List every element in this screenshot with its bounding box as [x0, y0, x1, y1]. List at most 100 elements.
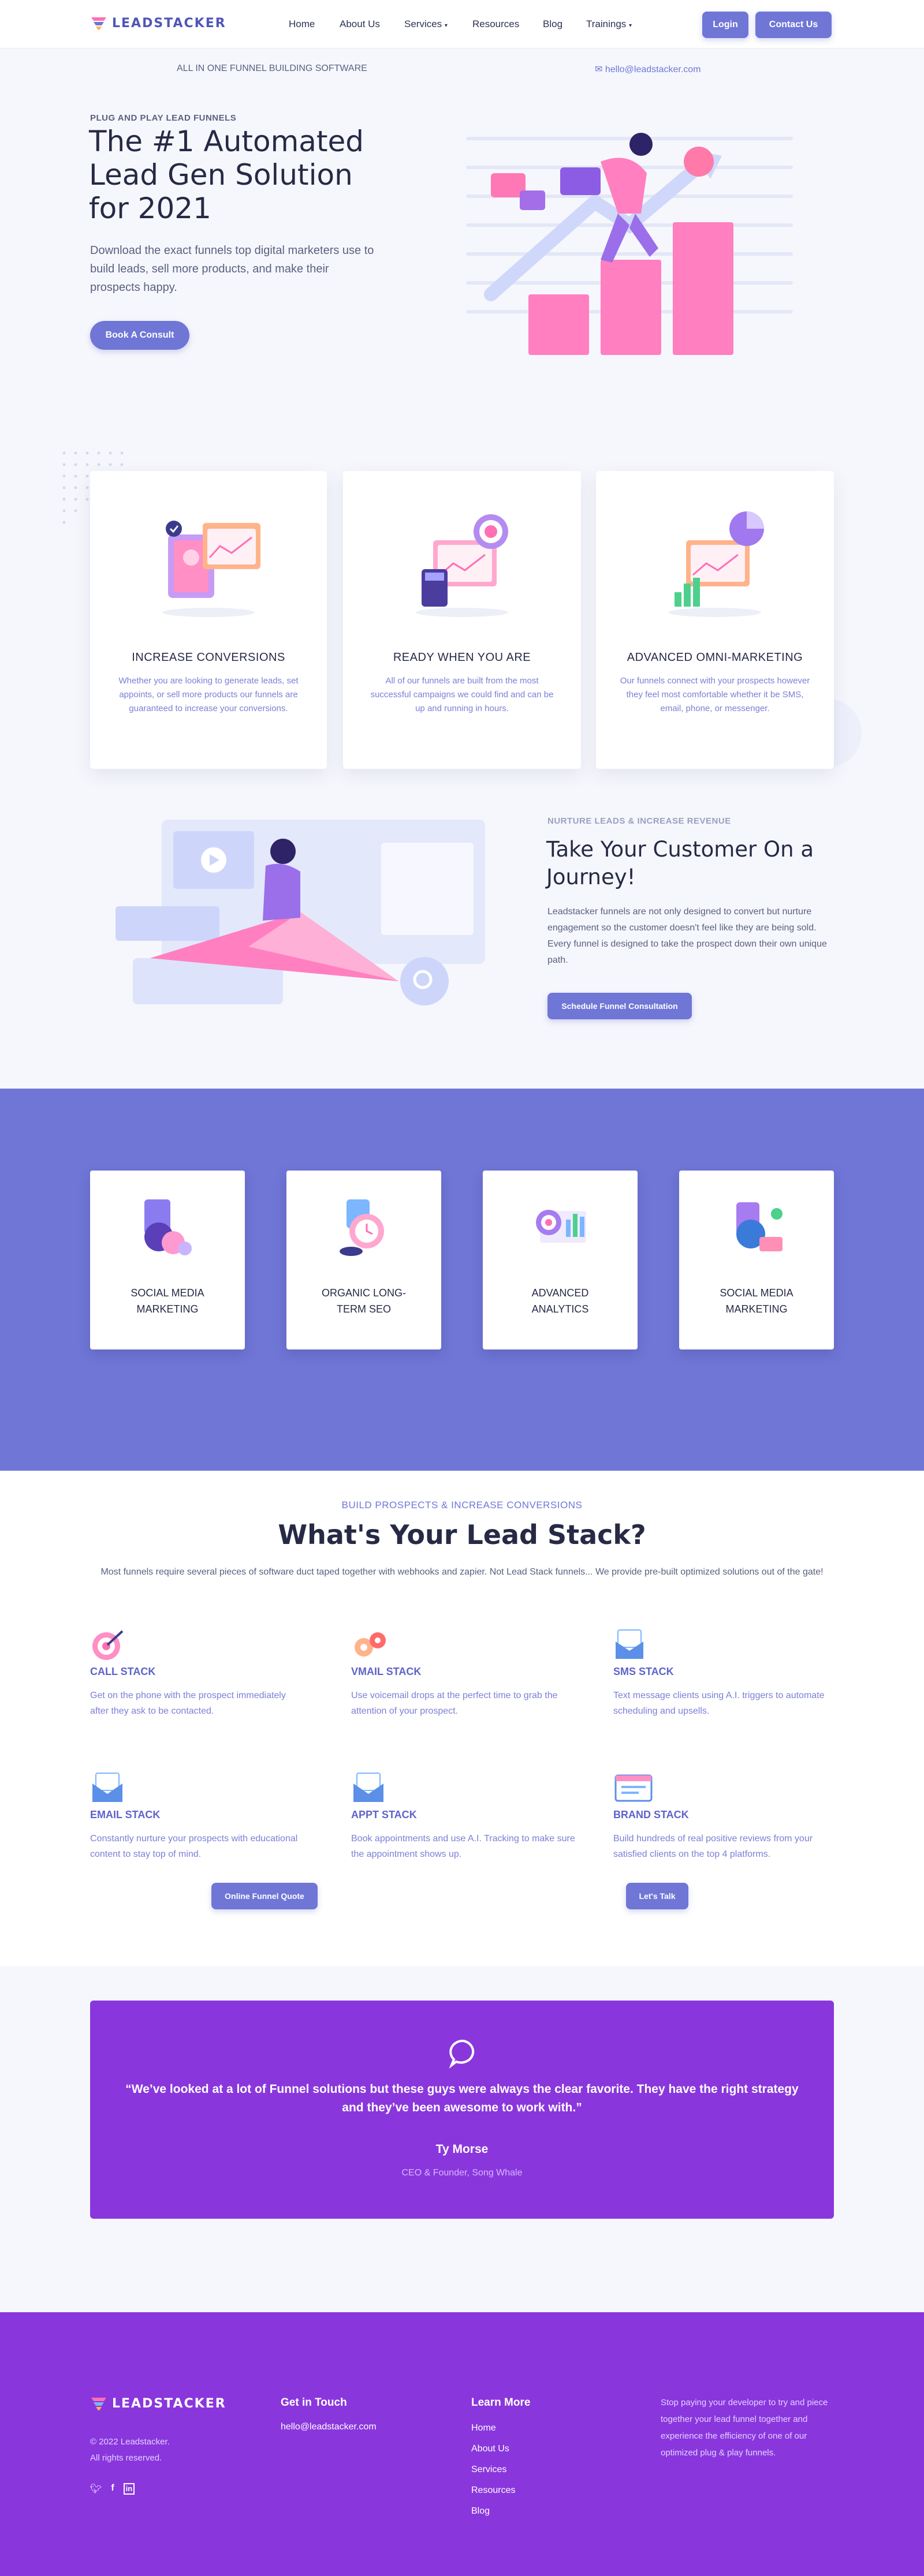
service-title-line-1: SOCIAL MEDIA	[131, 1287, 204, 1299]
hero-title-line-3: for 2021	[89, 192, 211, 225]
book-consult-button[interactable]: Book A Consult	[90, 321, 189, 350]
nav-trainings[interactable]: Trainings ▾	[586, 18, 632, 30]
testimonial-role: CEO & Founder, Song Whale	[401, 2168, 523, 2178]
nav-home[interactable]: Home	[289, 18, 315, 30]
twitter-icon[interactable]: 🐦︎	[90, 2483, 102, 2495]
gears-icon	[355, 1632, 386, 1657]
testimonial-quote: “We’ve looked at a lot of Funnel solutio…	[125, 2083, 799, 2114]
feature-text: Whether you are looking to generate lead…	[118, 676, 299, 713]
linkedin-icon[interactable]: in	[123, 2483, 135, 2495]
nav-resources[interactable]: Resources	[472, 18, 519, 30]
hero-title-line-1: The #1 Automated	[89, 125, 364, 158]
stack-item-title: BRAND STACK	[613, 1809, 689, 1820]
footer-link-resources[interactable]: Resources	[471, 2485, 515, 2496]
feature-title: ADVANCED OMNI-MARKETING	[627, 651, 803, 664]
journey-title-line-2: Journey!	[546, 865, 636, 889]
online-funnel-quote-button[interactable]: Online Funnel Quote	[211, 1883, 318, 1909]
nav-services[interactable]: Services ▾	[404, 18, 448, 30]
conversions-illustration	[162, 521, 260, 617]
service-card-social-2[interactable]: SOCIAL MEDIA MARKETING	[679, 1171, 834, 1349]
feature-title: INCREASE CONVERSIONS	[132, 651, 285, 664]
journey-illustration	[116, 820, 485, 1005]
target-icon	[92, 1630, 124, 1660]
stack-eyebrow: BUILD PROSPECTS & INCREASE CONVERSIONS	[341, 1500, 583, 1511]
footer-email[interactable]: hello@leadstacker.com	[281, 2422, 377, 2432]
hero-title: The #1 Automated Lead Gen Solution for 2…	[89, 125, 412, 225]
topbar-tagline: ALL IN ONE FUNNEL BUILDING SOFTWARE	[177, 63, 367, 73]
stack-item-text: Book appointments and use A.I. Tracking …	[351, 1834, 575, 1859]
feature-card-conversions: INCREASE CONVERSIONS Whether you are loo…	[90, 471, 327, 769]
topbar-email[interactable]: ✉ hello@leadstacker.com	[595, 63, 701, 75]
social-media-icon	[144, 1199, 192, 1255]
stack-item-title: SMS STACK	[613, 1666, 674, 1677]
contact-button[interactable]: Contact Us	[755, 12, 832, 38]
chevron-down-icon: ▾	[629, 23, 632, 29]
nav-trainings-label: Trainings	[586, 18, 627, 29]
hero-illustration	[466, 133, 793, 355]
stack-item-text: Text message clients using A.I. triggers…	[613, 1691, 825, 1716]
hero-title-line-2: Lead Gen Solution	[89, 158, 353, 192]
service-title-line-1: ORGANIC LONG-	[321, 1287, 406, 1299]
journey-title-line-1: Take Your Customer On a	[546, 837, 814, 862]
nav-services-label: Services	[404, 18, 442, 29]
footer-link-home[interactable]: Home	[471, 2423, 496, 2433]
stack-item-title: VMAIL STACK	[351, 1666, 422, 1677]
footer-logo[interactable]: LEADSTACKER	[90, 2395, 226, 2412]
service-title-line-2: ANALYTICS	[531, 1303, 589, 1315]
footer-get-in-touch-heading: Get in Touch	[281, 2396, 347, 2409]
footer-copyright: © 2022 Leadstacker.	[90, 2437, 170, 2447]
stack-item-text: Build hundreds of real positive reviews …	[613, 1834, 813, 1859]
hero-eyebrow: PLUG AND PLAY LEAD FUNNELS	[90, 113, 237, 123]
feature-card-ready: READY WHEN YOU ARE All of our funnels ar…	[343, 471, 581, 769]
site-footer: LEADSTACKER © 2022 Leadstacker. All righ…	[0, 2312, 924, 2576]
nav-blog[interactable]: Blog	[543, 18, 562, 30]
site-header: LEADSTACKER Home About Us Services ▾ Res…	[0, 0, 924, 48]
service-card-social[interactable]: SOCIAL MEDIA MARKETING	[90, 1171, 245, 1349]
schedule-consultation-button[interactable]: Schedule Funnel Consultation	[547, 993, 692, 1019]
journey-title: Take Your Customer On a Journey!	[546, 836, 847, 891]
stack-text: Most funnels require several pieces of s…	[100, 1567, 824, 1577]
service-title-line-1: ADVANCED	[531, 1287, 589, 1299]
footer-blurb: Stop paying your developer to try and pi…	[661, 2398, 828, 2458]
service-title: ORGANIC LONG- TERM SEO	[298, 1285, 430, 1317]
service-title-line-1: SOCIAL MEDIA	[720, 1287, 793, 1299]
footer-learn-more-heading: Learn More	[471, 2396, 531, 2409]
footer-logo-text: LEADSTACKER	[112, 2396, 226, 2411]
facebook-icon[interactable]: f	[111, 2483, 114, 2495]
service-title-line-2: MARKETING	[725, 1303, 788, 1315]
testimonial-name: Ty Morse	[435, 2143, 489, 2156]
speech-bubble-icon	[449, 2039, 475, 2069]
service-title-line-2: MARKETING	[136, 1303, 199, 1315]
stack-item-title: EMAIL STACK	[90, 1809, 161, 1820]
footer-rights: All rights reserved.	[90, 2453, 162, 2463]
email-icon	[92, 1773, 122, 1802]
stack-item-text: Use voicemail drops at the perfect time …	[351, 1691, 558, 1716]
footer-link-blog[interactable]: Blog	[471, 2506, 490, 2517]
login-button[interactable]: Login	[702, 12, 748, 38]
stack-item-text: Constantly nurture your prospects with e…	[90, 1834, 298, 1859]
service-title: SOCIAL MEDIA MARKETING	[691, 1285, 822, 1317]
envelope-icon	[616, 1629, 643, 1659]
stack-item-title: CALL STACK	[90, 1666, 156, 1677]
chevron-down-icon: ▾	[444, 23, 448, 29]
lets-talk-button[interactable]: Let's Talk	[626, 1883, 688, 1909]
feature-text: All of our funnels are built from the mo…	[370, 676, 554, 713]
logo[interactable]: LEADSTACKER	[90, 15, 226, 31]
service-title-line-2: TERM SEO	[336, 1303, 391, 1315]
feature-text: Our funnels connect with your prospects …	[620, 676, 810, 713]
footer-link-services[interactable]: Services	[471, 2465, 506, 2475]
journey-text: Leadstacker funnels are not only designe…	[547, 907, 827, 965]
stack-item-text: Get on the phone with the prospect immed…	[90, 1691, 286, 1716]
footer-link-about[interactable]: About Us	[471, 2444, 509, 2454]
stack-title: What's Your Lead Stack?	[278, 1519, 646, 1550]
service-card-seo[interactable]: ORGANIC LONG- TERM SEO	[286, 1171, 441, 1349]
journey-eyebrow: NURTURE LEADS & INCREASE REVENUE	[547, 816, 731, 826]
social-links: 🐦︎ f in	[90, 2483, 135, 2495]
ready-illustration	[416, 514, 508, 617]
logo-text: LEADSTACKER	[112, 16, 226, 31]
service-card-analytics[interactable]: ADVANCED ANALYTICS	[483, 1171, 638, 1349]
social-marketing-icon	[736, 1202, 783, 1251]
nav-about[interactable]: About Us	[340, 18, 380, 30]
logo-icon	[91, 2398, 106, 2410]
stack-item-title: APPT STACK	[351, 1809, 417, 1820]
